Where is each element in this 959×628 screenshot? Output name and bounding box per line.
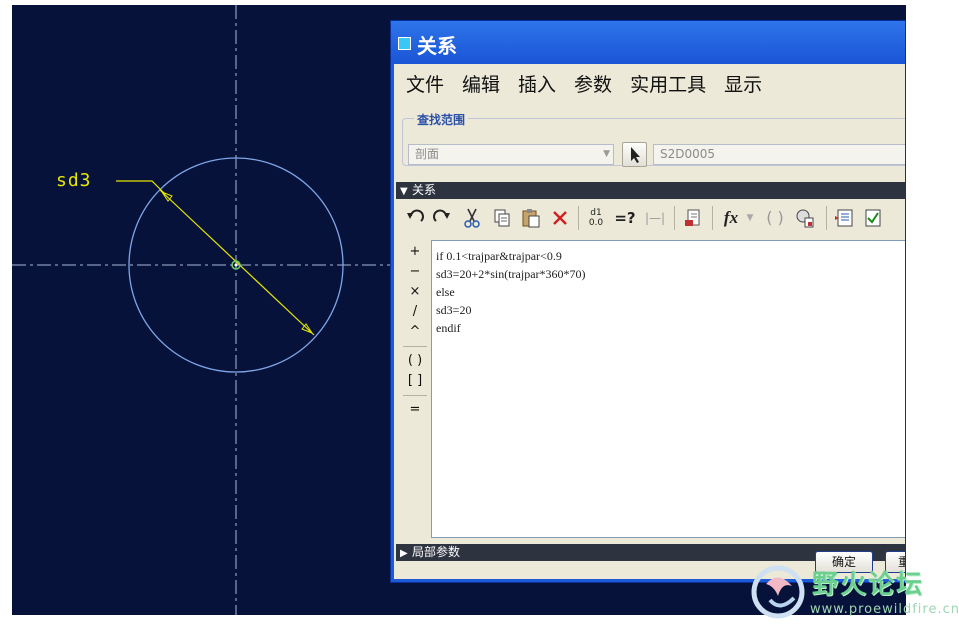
- relations-dialog: 关系 文件 编辑 插入 参数 实用工具 显示 查找范围 剖面 ▼ S2D0005 ▼ 关系: [390, 20, 906, 583]
- toolbar-separator: [826, 206, 827, 230]
- expand-right-icon: ▶: [400, 548, 408, 559]
- operator-equals[interactable]: =: [402, 400, 428, 420]
- scope-item-field[interactable]: S2D0005: [653, 144, 905, 165]
- menu-insert[interactable]: 插入: [516, 70, 558, 97]
- cut-icon[interactable]: [459, 204, 485, 232]
- redo-icon[interactable]: [429, 204, 455, 232]
- diameter-dimension-line[interactable]: [159, 189, 315, 336]
- menu-file[interactable]: 文件: [404, 70, 446, 97]
- scope-type-select[interactable]: 剖面 ▼: [408, 144, 614, 165]
- operator-plus[interactable]: +: [402, 242, 428, 262]
- switch-symbols-top: d1: [590, 208, 602, 218]
- dialog-titlebar[interactable]: 关系: [391, 21, 905, 64]
- expand-down-icon: ▼: [400, 186, 408, 197]
- operator-multiply[interactable]: ×: [402, 282, 428, 302]
- delete-icon[interactable]: [547, 204, 573, 232]
- measure-icon[interactable]: |—|: [642, 204, 668, 232]
- check-icon[interactable]: [860, 204, 886, 232]
- function-icon[interactable]: fx: [718, 204, 744, 232]
- window-icon: [398, 37, 411, 50]
- parentheses-icon[interactable]: ( ): [762, 204, 788, 232]
- toolbar-separator: [578, 206, 579, 230]
- menu-utilities[interactable]: 实用工具: [628, 70, 708, 97]
- relations-section-title: 关系: [412, 183, 437, 197]
- relation-line[interactable]: sd3=20: [436, 301, 905, 319]
- operator-brackets[interactable]: [ ]: [402, 371, 428, 391]
- relations-section-header[interactable]: ▼ 关系: [396, 182, 905, 199]
- select-item-button[interactable]: [622, 142, 647, 167]
- operator-power[interactable]: ^: [402, 322, 428, 342]
- menu-bar: 文件 编辑 插入 参数 实用工具 显示: [404, 70, 778, 98]
- menu-edit[interactable]: 编辑: [460, 70, 502, 97]
- dimension-label[interactable]: sd3: [56, 170, 92, 191]
- dialog-client: 文件 编辑 插入 参数 实用工具 显示 查找范围 剖面 ▼ S2D0005 ▼ 关系: [394, 64, 905, 579]
- verify-icon[interactable]: [832, 204, 858, 232]
- dialog-title: 关系: [417, 34, 457, 58]
- search-scope-legend: 查找范围: [414, 111, 469, 128]
- scope-type-value: 剖面: [415, 147, 440, 161]
- switch-symbols-icon[interactable]: d1 0.0: [583, 204, 609, 232]
- chevron-down-icon: ▼: [603, 149, 610, 159]
- sort-icon[interactable]: [681, 204, 707, 232]
- forum-logo-icon: [751, 565, 805, 619]
- undo-icon[interactable]: [402, 204, 428, 232]
- toolbar-separator: [674, 206, 675, 230]
- operator-minus[interactable]: −: [402, 262, 428, 282]
- center-dot: [234, 263, 238, 267]
- menu-show[interactable]: 显示: [722, 70, 764, 97]
- operator-divide[interactable]: /: [402, 302, 428, 322]
- local-params-title: 局部参数: [412, 545, 461, 559]
- relation-line[interactable]: endif: [436, 319, 905, 337]
- parameters-icon[interactable]: [792, 204, 818, 232]
- cursor-arrow-icon: [631, 147, 640, 163]
- operator-parentheses[interactable]: ( ): [402, 351, 428, 371]
- relation-line[interactable]: if 0.1<trajpar&trajpar<0.9: [436, 247, 905, 265]
- relations-editor[interactable]: if 0.1<trajpar&trajpar<0.9 sd3=20+2*sin(…: [431, 240, 905, 538]
- operator-separator: [403, 346, 427, 347]
- watermark-text: 野火论坛: [812, 570, 925, 600]
- evaluate-icon[interactable]: =?: [612, 204, 638, 232]
- relation-line[interactable]: sd3=20+2*sin(trajpar*360*70): [436, 265, 905, 283]
- operator-separator: [403, 395, 427, 396]
- relations-toolbar: d1 0.0 =? |—| fx ▼ ( ): [402, 204, 905, 234]
- chevron-down-icon[interactable]: ▼: [742, 204, 758, 232]
- switch-symbols-bottom: 0.0: [588, 218, 604, 228]
- menu-parameters[interactable]: 参数: [572, 70, 614, 97]
- watermark-url: www.proewildfire.cn: [810, 602, 959, 617]
- relation-line[interactable]: else: [436, 283, 905, 301]
- copy-icon[interactable]: [489, 204, 515, 232]
- paste-icon[interactable]: [518, 204, 544, 232]
- toolbar-separator: [712, 206, 713, 230]
- operator-palette: + − × / ^ ( ) [ ] =: [402, 242, 430, 420]
